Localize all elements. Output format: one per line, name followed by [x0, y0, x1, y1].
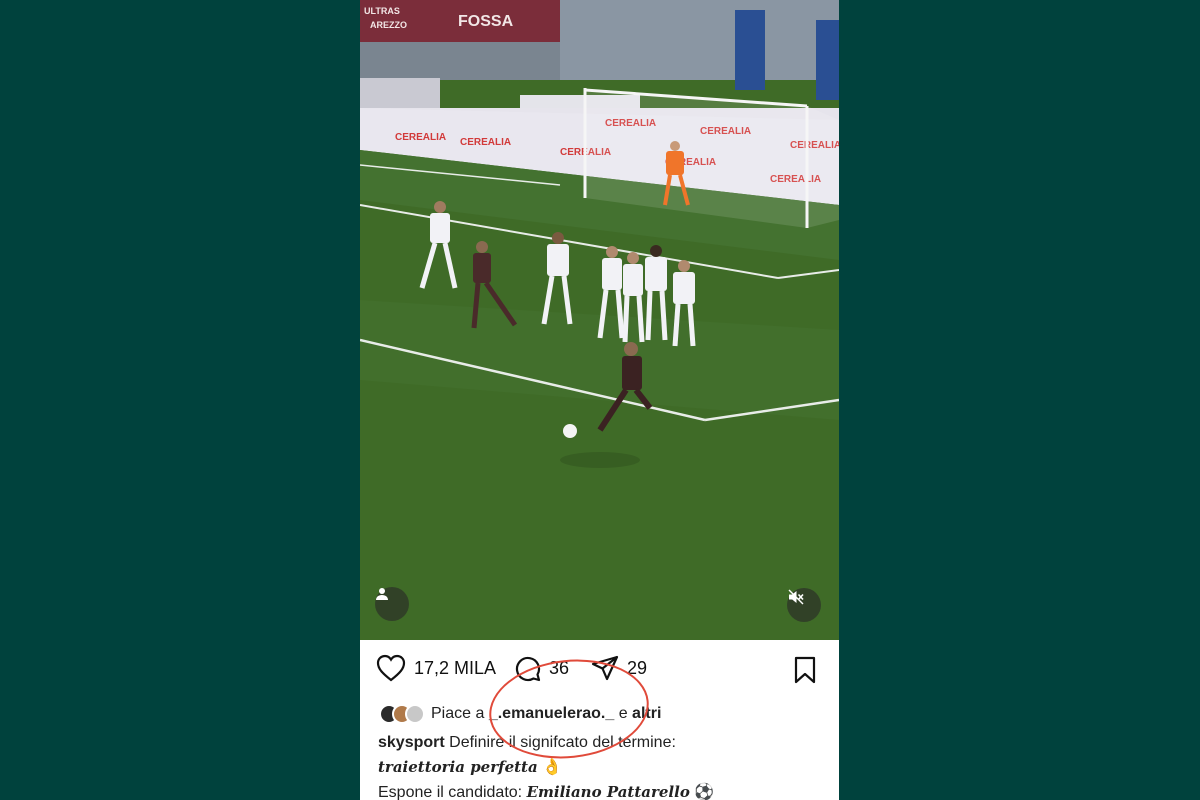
comments-count: 36 [549, 657, 570, 678]
liked-by-prefix: Piace a [431, 705, 485, 722]
share-button[interactable]: 29 [591, 654, 647, 682]
paper-plane-icon [591, 655, 619, 681]
like-button[interactable]: 17,2 MILA [376, 654, 496, 682]
liked-by-line: Piace a _.emanuelerao._ e altri [379, 704, 661, 724]
heart-icon [376, 654, 406, 682]
bookmark-icon [794, 656, 816, 684]
comment-icon [515, 656, 541, 682]
post-caption: skysport Definire il signifcato del term… [378, 731, 833, 800]
caption-candidate: Emiliano Pattarello [526, 783, 690, 800]
caption-author[interactable]: skysport [378, 734, 445, 751]
user-icon [376, 588, 388, 600]
banner-arezzo: AREZZO [370, 20, 407, 30]
caption-emphasis: traiettoria perfetta [378, 758, 538, 776]
post-actions-bar: 17,2 MILA 36 29 [360, 640, 839, 702]
football-emoji: ⚽ [694, 784, 715, 800]
caption-line-1: Definire il signifcato del termine: [449, 734, 676, 751]
liked-by-others[interactable]: altri [632, 705, 661, 723]
instagram-post: ULTRAS AREZZO FOSSA CEREALIA CEREALIA CE… [360, 0, 839, 800]
banner-cerealia-2: CEREALIA [460, 137, 511, 148]
comment-button[interactable]: 36 [513, 654, 569, 682]
caption-line-3: Espone il candidato: [378, 784, 523, 800]
tagged-users-button[interactable] [375, 587, 409, 621]
post-video[interactable]: ULTRAS AREZZO FOSSA CEREALIA CEREALIA CE… [360, 0, 839, 640]
banner-ultras: ULTRAS [364, 6, 400, 16]
liker-avatars [379, 704, 425, 724]
shares-count: 29 [627, 657, 648, 678]
liked-by-and: e [618, 705, 628, 722]
likes-count: 17,2 MILA [414, 657, 497, 678]
banner-fossa: FOSSA [458, 13, 514, 30]
save-button[interactable] [793, 656, 817, 689]
speaker-muted-icon [788, 589, 804, 605]
banner-cerealia-1: CEREALIA [395, 132, 446, 143]
football [563, 424, 577, 438]
liked-by-user[interactable]: _.emanuelerao._ [489, 705, 614, 723]
ok-hand-emoji: 👌 [542, 759, 563, 776]
mute-button[interactable] [787, 588, 821, 622]
avatar[interactable] [405, 704, 425, 724]
video-frame: ULTRAS AREZZO FOSSA CEREALIA CEREALIA CE… [360, 0, 839, 640]
